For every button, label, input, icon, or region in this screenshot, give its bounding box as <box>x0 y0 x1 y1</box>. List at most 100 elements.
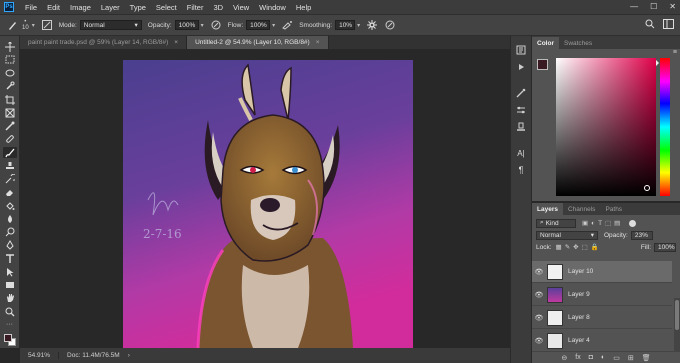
eye-icon[interactable]: 👁 <box>532 291 546 299</box>
fill-input[interactable]: 100% <box>654 242 676 252</box>
layer-row[interactable]: 👁 Layer 9 <box>532 284 672 306</box>
brush-settings-icon[interactable] <box>41 19 53 31</box>
menu-select[interactable]: Select <box>151 3 182 12</box>
chevron-right-icon[interactable]: › <box>128 352 130 359</box>
frame-tool-icon[interactable] <box>3 107 17 118</box>
crop-tool-icon[interactable] <box>3 94 17 105</box>
adjustment-layer-icon[interactable]: ◐ <box>601 354 605 361</box>
pen-tool-icon[interactable] <box>3 240 17 251</box>
search-icon[interactable] <box>645 19 655 31</box>
eye-icon[interactable]: 👁 <box>532 314 546 322</box>
new-layer-icon[interactable]: ⊞ <box>628 354 634 362</box>
brush-tool-icon[interactable] <box>6 19 18 31</box>
close-icon[interactable]: × <box>174 39 178 46</box>
hand-tool-icon[interactable] <box>3 293 17 304</box>
foreground-color-swatch[interactable] <box>537 59 548 70</box>
layer-mask-icon[interactable]: ◘ <box>589 354 593 361</box>
history-brush-tool-icon[interactable] <box>3 174 17 185</box>
mode-select[interactable]: Normal ▾ <box>79 20 142 30</box>
eye-icon[interactable]: 👁 <box>532 337 546 345</box>
tab-untitled-2[interactable]: Untitled-2 @ 54.9% (Layer 10, RGB/8#) × <box>187 36 329 49</box>
close-icon[interactable]: × <box>316 39 320 46</box>
eraser-tool-icon[interactable] <box>3 187 17 198</box>
layer-style-icon[interactable]: fx <box>575 354 580 361</box>
brush-settings-panel-icon[interactable] <box>515 104 528 116</box>
layer-opacity-input[interactable]: 23% <box>630 230 653 240</box>
blur-tool-icon[interactable] <box>3 213 17 224</box>
maximize-button[interactable]: ☐ <box>650 2 657 11</box>
color-swatches-icon[interactable] <box>3 333 17 349</box>
clone-source-panel-icon[interactable] <box>515 121 528 133</box>
menu-layer[interactable]: Layer <box>96 3 125 12</box>
menu-file[interactable]: File <box>20 3 42 12</box>
path-selection-tool-icon[interactable] <box>3 266 17 277</box>
type-tool-icon[interactable] <box>3 253 17 264</box>
tab-channels[interactable]: Channels <box>563 203 600 215</box>
menu-edit[interactable]: Edit <box>42 3 65 12</box>
more-tools-icon[interactable]: ··· <box>3 319 17 330</box>
hue-slider-handle[interactable] <box>656 60 659 66</box>
pressure-opacity-icon[interactable] <box>210 19 222 31</box>
layer-row[interactable]: 👁 Layer 4 <box>532 330 672 352</box>
brush-preset-picker[interactable]: • 10 <box>22 19 29 31</box>
menu-type[interactable]: Type <box>125 3 151 12</box>
healing-brush-tool-icon[interactable] <box>3 134 17 145</box>
lasso-tool-icon[interactable] <box>3 68 17 79</box>
tab-paths[interactable]: Paths <box>600 203 627 215</box>
workspace-icon[interactable] <box>663 19 674 31</box>
tab-layers[interactable]: Layers <box>532 203 563 215</box>
artwork-canvas[interactable]: 2-7-16 <box>123 60 413 348</box>
scrollbar-thumb[interactable] <box>675 300 679 330</box>
paragraph-panel-icon[interactable]: ¶ <box>515 164 528 176</box>
zoom-level[interactable]: 54.91% <box>20 352 60 359</box>
zoom-tool-icon[interactable] <box>3 306 17 317</box>
new-group-icon[interactable]: ▭ <box>613 354 620 362</box>
link-layers-icon[interactable]: ⊖ <box>561 354 567 362</box>
minimize-button[interactable]: — <box>630 2 638 11</box>
filter-toggle[interactable] <box>629 219 637 227</box>
menu-window[interactable]: Window <box>254 3 291 12</box>
opacity-input[interactable]: 100% <box>174 20 199 30</box>
brush-tool-icon[interactable] <box>2 147 17 159</box>
blend-mode-select[interactable]: Normal ▾ <box>536 230 598 240</box>
layer-row[interactable]: 👁 Layer 10 <box>532 261 672 283</box>
airbrush-icon[interactable] <box>281 19 293 31</box>
menu-help[interactable]: Help <box>291 3 316 12</box>
hue-slider[interactable] <box>660 58 670 196</box>
marquee-tool-icon[interactable] <box>3 54 17 65</box>
paint-bucket-tool-icon[interactable] <box>3 200 17 211</box>
quick-select-tool-icon[interactable] <box>3 81 17 92</box>
panel-menu-icon[interactable]: ≡ <box>673 49 677 56</box>
clone-stamp-tool-icon[interactable] <box>3 160 17 171</box>
gear-icon[interactable] <box>366 19 378 31</box>
menu-view[interactable]: View <box>228 3 254 12</box>
chevron-down-icon[interactable]: ▾ <box>201 22 204 29</box>
chevron-down-icon[interactable]: ▾ <box>272 22 275 29</box>
eye-icon[interactable]: 👁 <box>532 268 546 276</box>
menu-image[interactable]: Image <box>65 3 96 12</box>
lock-icons[interactable]: ▦✎✥⬚🔒 <box>556 243 602 251</box>
brush-panel-icon[interactable] <box>515 87 528 99</box>
eyedropper-tool-icon[interactable] <box>3 121 17 132</box>
color-picker-field[interactable] <box>556 58 656 196</box>
pressure-size-icon[interactable] <box>384 19 396 31</box>
tab-paint-trade[interactable]: paint paint trade.psd @ 59% (Layer 14, R… <box>20 36 188 49</box>
chevron-down-icon[interactable]: ▾ <box>357 22 360 29</box>
kind-filter-select[interactable]: ⌕ Kind <box>536 218 576 228</box>
rectangle-tool-icon[interactable] <box>3 280 17 291</box>
menu-3d[interactable]: 3D <box>208 3 228 12</box>
actions-panel-icon[interactable] <box>515 61 528 73</box>
trash-icon[interactable]: 🗑 <box>642 354 651 362</box>
dodge-tool-icon[interactable] <box>3 227 17 238</box>
tab-color[interactable]: Color <box>532 37 559 49</box>
move-tool-icon[interactable] <box>3 41 17 52</box>
tab-swatches[interactable]: Swatches <box>559 37 597 49</box>
character-panel-icon[interactable]: A| <box>515 147 528 159</box>
filter-icons[interactable]: ▣◐T⬚▤ <box>582 219 623 227</box>
chevron-down-icon[interactable]: ▾ <box>32 22 35 29</box>
picker-cursor[interactable] <box>644 185 650 191</box>
menu-filter[interactable]: Filter <box>182 3 209 12</box>
layer-row[interactable]: 👁 Layer 8 <box>532 307 672 329</box>
smoothing-input[interactable]: 10% <box>335 20 356 30</box>
history-panel-icon[interactable] <box>515 44 528 56</box>
